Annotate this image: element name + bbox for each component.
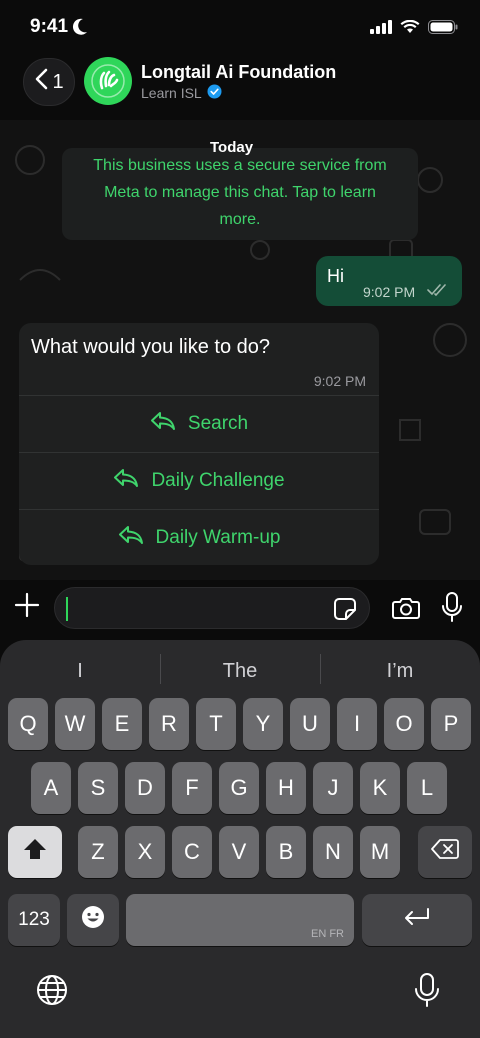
key-x[interactable]: X (125, 826, 165, 878)
key-i[interactable]: I (337, 698, 377, 750)
quick-reply-daily-challenge[interactable]: Daily Challenge (19, 452, 379, 509)
return-icon (403, 907, 431, 933)
suggestion-3[interactable]: I’m (322, 656, 478, 686)
status-time: 9:41 (30, 16, 69, 37)
message-input[interactable] (54, 587, 370, 629)
avatar[interactable] (84, 57, 132, 105)
key-r[interactable]: R (149, 698, 189, 750)
contact-subtitle-text: Learn ISL (141, 85, 202, 101)
return-key[interactable] (362, 894, 472, 946)
key-c[interactable]: C (172, 826, 212, 878)
reply-icon (118, 525, 144, 551)
suggestion-divider (320, 654, 321, 684)
suggestion-2[interactable]: The (162, 656, 318, 686)
notice-line: Meta to manage this chat. Tap to learn (104, 184, 376, 201)
key-a[interactable]: A (31, 762, 71, 814)
suggestion-1[interactable]: I (2, 656, 158, 686)
notice-line: more. (219, 211, 261, 228)
chevron-left-icon (34, 68, 48, 96)
key-k[interactable]: K (360, 762, 400, 814)
backspace-key[interactable] (418, 826, 472, 878)
key-g[interactable]: G (219, 762, 259, 814)
key-f[interactable]: F (172, 762, 212, 814)
key-d[interactable]: D (125, 762, 165, 814)
message-text: Hi (327, 266, 344, 286)
key-s[interactable]: S (78, 762, 118, 814)
keyboard: I The I’m Q W E R T Y U I O P A S D F G … (0, 640, 480, 1038)
unread-count: 1 (52, 70, 64, 93)
plus-icon[interactable] (14, 592, 40, 623)
numbers-key[interactable]: 123 (8, 894, 60, 946)
reply-icon (113, 468, 139, 494)
sticker-icon[interactable] (333, 597, 357, 626)
quick-reply-search[interactable]: Search (19, 395, 379, 452)
text-caret (66, 597, 68, 621)
key-n[interactable]: N (313, 826, 353, 878)
key-b[interactable]: B (266, 826, 306, 878)
date-label: Today (210, 139, 254, 156)
quick-reply-label: Daily Challenge (151, 470, 285, 491)
message-time: 9:02 PM (363, 284, 416, 300)
key-z[interactable]: Z (78, 826, 118, 878)
chat-area[interactable]: Today This business uses a secure servic… (0, 120, 480, 580)
verified-badge-icon (207, 84, 222, 102)
notice-line: This business uses a secure service from (93, 157, 387, 174)
message-time: 9:02 PM (313, 373, 366, 389)
key-t[interactable]: T (196, 698, 236, 750)
contact-name[interactable]: Longtail Ai Foundation (141, 62, 336, 83)
emoji-key[interactable] (67, 894, 119, 946)
status-icons (370, 19, 458, 39)
backspace-icon (431, 839, 459, 865)
key-h[interactable]: H (266, 762, 306, 814)
quick-reply-label: Search (187, 413, 249, 434)
key-u[interactable]: U (290, 698, 330, 750)
chat-header: 1 Longtail Ai Foundation Learn ISL (0, 56, 480, 112)
microphone-icon[interactable] (441, 592, 463, 627)
key-p[interactable]: P (431, 698, 471, 750)
incoming-message[interactable]: What would you like to do? 9:02 PM Searc… (19, 323, 379, 565)
shift-icon (22, 837, 48, 867)
shift-key[interactable] (8, 826, 62, 878)
emoji-icon (80, 904, 106, 936)
double-check-icon (427, 283, 449, 302)
reply-icon (150, 411, 176, 437)
outgoing-message[interactable]: Hi 9:02 PM (316, 256, 462, 306)
wifi-icon (400, 19, 420, 39)
key-j[interactable]: J (313, 762, 353, 814)
space-key[interactable]: EN FR (126, 894, 354, 946)
contact-subtitle: Learn ISL (141, 84, 222, 102)
key-q[interactable]: Q (8, 698, 48, 750)
key-w[interactable]: W (55, 698, 95, 750)
quick-reply-label: Daily Warm-up (155, 527, 281, 548)
composer-bar (0, 580, 480, 640)
moon-icon (72, 18, 88, 41)
message-text: What would you like to do? (31, 336, 271, 358)
key-o[interactable]: O (384, 698, 424, 750)
key-l[interactable]: L (407, 762, 447, 814)
status-bar: 9:41 (0, 0, 480, 56)
key-v[interactable]: V (219, 826, 259, 878)
encryption-notice[interactable]: This business uses a secure service from… (62, 148, 418, 240)
suggestion-divider (160, 654, 161, 684)
battery-icon (428, 20, 458, 39)
key-y[interactable]: Y (243, 698, 283, 750)
camera-icon[interactable] (392, 596, 420, 625)
key-m[interactable]: M (360, 826, 400, 878)
dictation-microphone-icon[interactable] (413, 972, 441, 1013)
back-button[interactable]: 1 (23, 58, 75, 106)
space-language-label: EN FR (311, 928, 344, 940)
globe-icon[interactable] (35, 973, 69, 1012)
quick-reply-daily-warm-up[interactable]: Daily Warm-up (19, 509, 379, 565)
signal-icon (370, 20, 392, 39)
key-e[interactable]: E (102, 698, 142, 750)
